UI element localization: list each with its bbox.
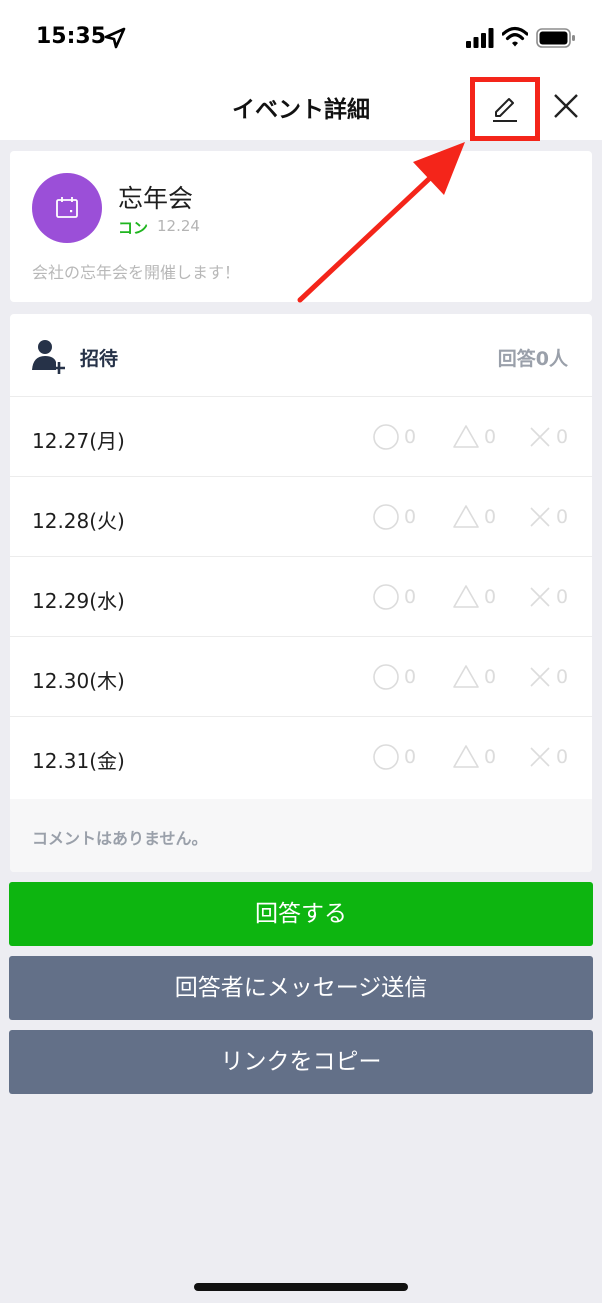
- vote-maybe-count: 0: [484, 666, 497, 688]
- calendar-icon: [56, 197, 78, 218]
- date-row: 12.29(水) 0 0 0: [10, 557, 592, 637]
- circle-icon: [373, 424, 399, 450]
- answer-button[interactable]: 回答する: [9, 882, 593, 946]
- triangle-icon: [453, 505, 479, 528]
- comment-area: コメントはありません。: [10, 799, 592, 872]
- vote-no-button[interactable]: 0: [528, 663, 568, 691]
- battery-icon: [536, 28, 575, 48]
- message-respondents-button[interactable]: 回答者にメッセージ送信: [9, 956, 593, 1020]
- vote-yes-count: 0: [404, 426, 417, 448]
- triangle-icon: [453, 585, 479, 608]
- triangle-icon: [453, 665, 479, 688]
- event-title: 忘年会: [118, 184, 194, 213]
- date-label: 12.31(金): [32, 749, 125, 773]
- cross-icon: [530, 747, 550, 767]
- vote-maybe-button[interactable]: 0: [452, 663, 496, 691]
- date-label: 12.29(水): [32, 589, 125, 613]
- vote-no-count: 0: [556, 666, 569, 688]
- cross-icon: [530, 427, 550, 447]
- signal-icon: [466, 28, 494, 48]
- vote-yes-button[interactable]: 0: [372, 663, 416, 691]
- comment-text: コメントはありません。: [32, 829, 208, 848]
- date-label: 12.27(月): [32, 429, 125, 453]
- schedule-card: 招待 回答0人 12.27(月) 0 0 0 12.28(火) 0 0 0 12…: [10, 314, 592, 872]
- vote-yes-count: 0: [404, 506, 417, 528]
- wifi-icon: [502, 26, 528, 47]
- home-indicator: [194, 1283, 408, 1291]
- vote-yes-count: 0: [404, 666, 417, 688]
- location-arrow-icon: [104, 27, 126, 49]
- response-count: 回答0人: [497, 348, 568, 370]
- vote-no-count: 0: [556, 746, 569, 768]
- date-label: 12.28(火): [32, 509, 125, 533]
- vote-no-count: 0: [556, 426, 569, 448]
- add-person-icon: [32, 340, 65, 374]
- vote-maybe-count: 0: [484, 426, 497, 448]
- vote-yes-count: 0: [404, 746, 417, 768]
- vote-yes-button[interactable]: 0: [372, 503, 416, 531]
- close-button[interactable]: [546, 86, 586, 126]
- vote-no-button[interactable]: 0: [528, 743, 568, 771]
- vote-yes-count: 0: [404, 586, 417, 608]
- circle-icon: [373, 584, 399, 610]
- nav-bar: イベント詳細: [0, 76, 602, 141]
- vote-no-button[interactable]: 0: [528, 423, 568, 451]
- pencil-edit-icon: [493, 98, 517, 122]
- vote-yes-button[interactable]: 0: [372, 743, 416, 771]
- circle-icon: [373, 504, 399, 530]
- date-row: 12.28(火) 0 0 0: [10, 477, 592, 557]
- cross-icon: [530, 507, 550, 527]
- date-row: 12.31(金) 0 0 0: [10, 717, 592, 797]
- cross-icon: [530, 587, 550, 607]
- invite-row[interactable]: 招待 回答0人: [10, 314, 592, 397]
- status-bar: 15:35: [0, 0, 602, 76]
- vote-yes-button[interactable]: 0: [372, 423, 416, 451]
- status-time: 15:35: [36, 24, 107, 49]
- event-date: 12.24: [157, 217, 200, 235]
- edit-button[interactable]: [470, 77, 540, 141]
- date-row: 12.30(木) 0 0 0: [10, 637, 592, 717]
- vote-maybe-button[interactable]: 0: [452, 423, 496, 451]
- vote-maybe-count: 0: [484, 506, 497, 528]
- triangle-icon: [453, 425, 479, 448]
- vote-maybe-button[interactable]: 0: [452, 583, 496, 611]
- vote-no-count: 0: [556, 586, 569, 608]
- close-icon: [554, 94, 578, 118]
- invite-label: 招待: [80, 348, 119, 370]
- vote-maybe-count: 0: [484, 586, 497, 608]
- event-description: 会社の忘年会を開催します！: [32, 263, 241, 282]
- vote-no-button[interactable]: 0: [528, 583, 568, 611]
- vote-no-button[interactable]: 0: [528, 503, 568, 531]
- copy-link-button[interactable]: リンクをコピー: [9, 1030, 593, 1094]
- cross-icon: [530, 667, 550, 687]
- vote-yes-button[interactable]: 0: [372, 583, 416, 611]
- vote-maybe-button[interactable]: 0: [452, 503, 496, 531]
- triangle-icon: [453, 745, 479, 768]
- event-avatar: [32, 173, 102, 243]
- date-row: 12.27(月) 0 0 0: [10, 397, 592, 477]
- vote-maybe-button[interactable]: 0: [452, 743, 496, 771]
- circle-icon: [373, 744, 399, 770]
- event-author: コン: [118, 219, 149, 237]
- vote-no-count: 0: [556, 506, 569, 528]
- date-label: 12.30(木): [32, 669, 125, 693]
- vote-maybe-count: 0: [484, 746, 497, 768]
- circle-icon: [373, 664, 399, 690]
- screen: 15:35 イベント詳細 忘年会 コン 12.24 会社の忘年会を開催します！ …: [0, 0, 602, 1303]
- event-card[interactable]: 忘年会 コン 12.24 会社の忘年会を開催します！: [10, 151, 592, 302]
